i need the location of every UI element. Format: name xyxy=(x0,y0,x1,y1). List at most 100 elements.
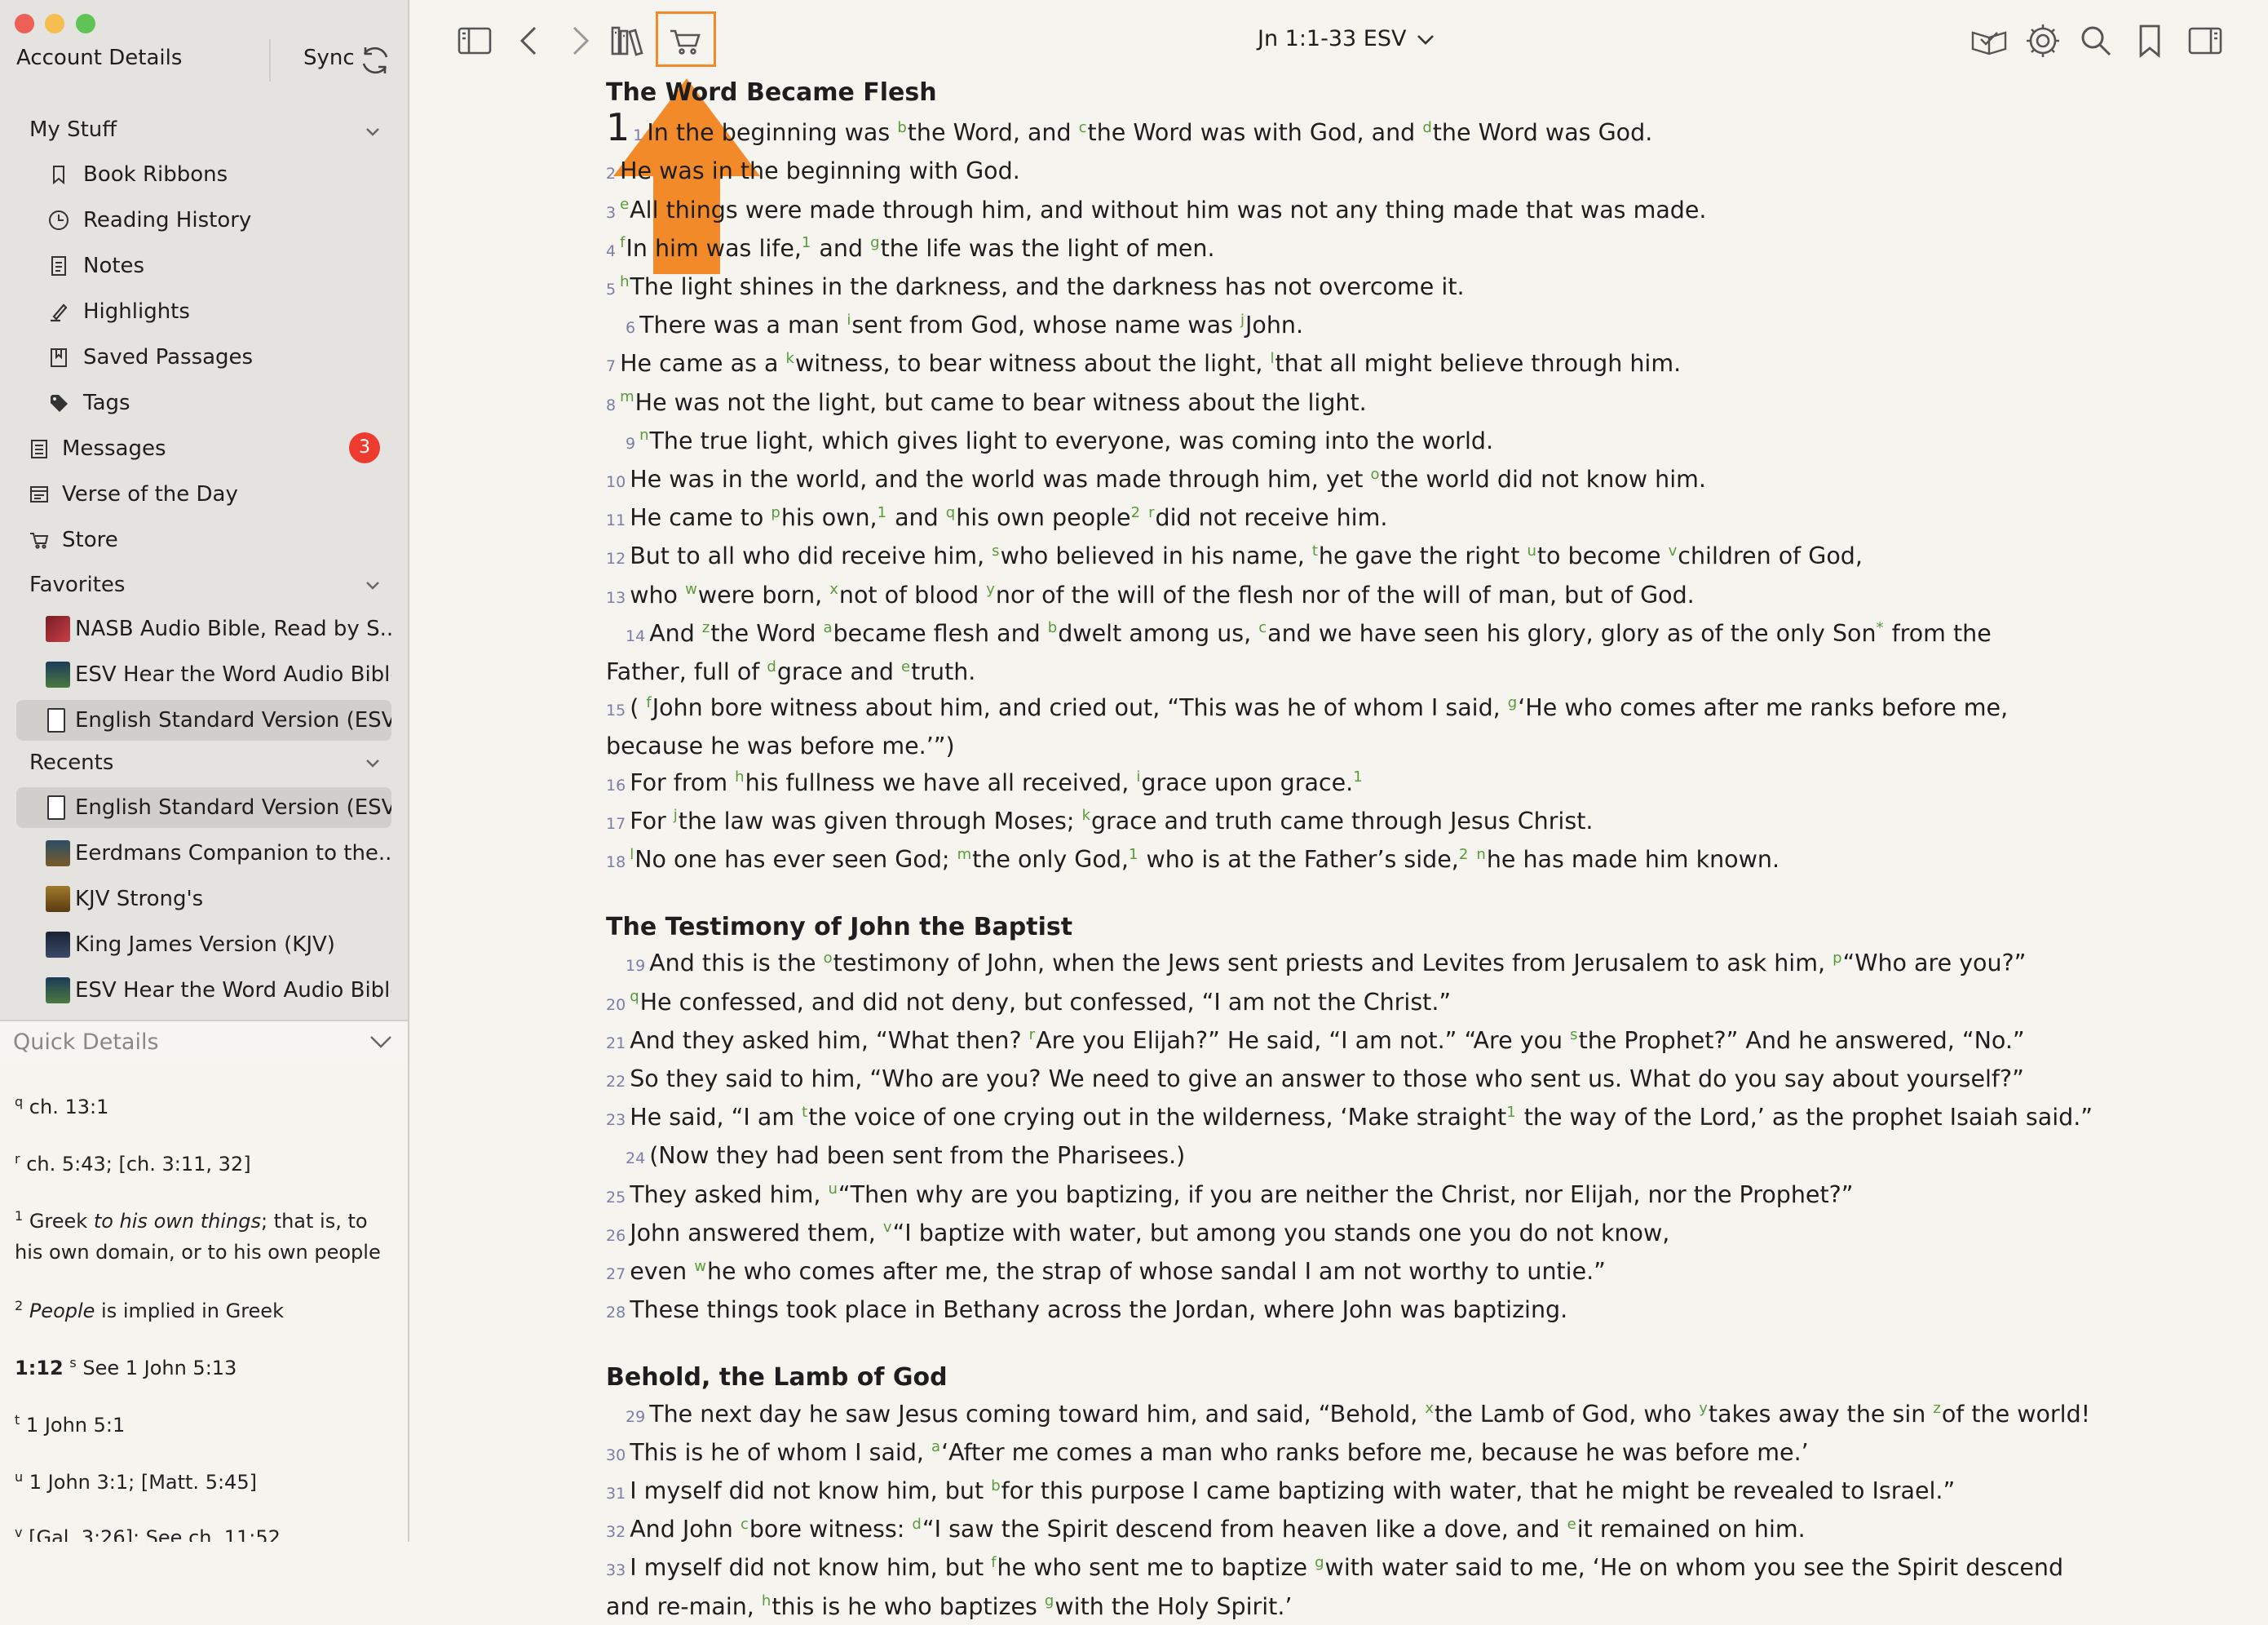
verse-line: 11 He came to phis own,1 and qhis own peo… xyxy=(606,503,1388,532)
quick-details-title: Quick Details xyxy=(13,1029,159,1055)
recent-label: Eerdmans Companion to the... xyxy=(75,841,391,866)
sidebar-item-label: Verse of the Day xyxy=(62,482,238,507)
favorite-item-esv[interactable]: English Standard Version (ESV) xyxy=(16,700,391,741)
quick-detail-note[interactable]: 1:12 s See 1 John 5:13 xyxy=(15,1348,390,1384)
recent-item-esv-hear-the-word[interactable]: ESV Hear the Word Audio Bible xyxy=(16,970,391,1011)
section-heading: The Testimony of John the Baptist xyxy=(606,913,1073,942)
verse-line: 25 They asked him, u“Then why are you bap… xyxy=(606,1180,1854,1208)
sidebar-item-label: Highlights xyxy=(83,299,190,324)
back-icon[interactable] xyxy=(511,21,550,60)
panel-icon[interactable] xyxy=(2186,21,2225,60)
verse-line: 17 For jthe law was given through Moses; … xyxy=(606,807,1594,835)
sidebar-item-label: Saved Passages xyxy=(83,345,254,370)
verse-line: 9 nThe true light, which gives light to e… xyxy=(626,427,1494,454)
verse-line: 16 For from hhis fullness we have all rec… xyxy=(606,768,1363,796)
verse-line: 18 lNo one has ever seen God; mthe only G… xyxy=(606,845,1780,874)
sidebar-item-messages[interactable]: Messages xyxy=(16,428,391,469)
chevron-down-icon[interactable] xyxy=(364,122,382,140)
quick-detail-note[interactable]: u 1 John 3:1; [Matt. 5:45] xyxy=(15,1462,390,1498)
book-icon xyxy=(47,708,65,733)
reading-plan-icon[interactable] xyxy=(1970,21,2009,60)
chevron-down-icon[interactable] xyxy=(364,576,382,594)
quick-detail-note[interactable]: v [Gal. 3:26]; See ch. 11:52 xyxy=(15,1517,390,1542)
verse-of-day-icon xyxy=(30,486,48,503)
sidebar-item-label: Book Ribbons xyxy=(83,162,228,187)
recent-item-kjv[interactable]: King James Version (KJV) xyxy=(16,924,391,965)
clock-icon xyxy=(49,210,69,230)
favorite-item-nasb-audio[interactable]: NASB Audio Bible, Read by S... xyxy=(16,609,391,649)
search-icon[interactable] xyxy=(2076,21,2115,60)
book-cover-thumbnail xyxy=(46,977,70,1003)
quick-detail-note[interactable]: 1 Greek to his own things; that is, to h… xyxy=(15,1201,390,1268)
sync-button[interactable]: Sync xyxy=(303,46,355,70)
verse-line: 5 hThe light shines in the darkness, and … xyxy=(606,272,1465,300)
verse-line: 10 He was in the world, and the world was… xyxy=(606,465,1706,494)
sidebar-item-notes[interactable]: Notes xyxy=(16,246,391,286)
zoom-window-button[interactable] xyxy=(76,14,95,33)
recent-label: KJV Strong's xyxy=(75,887,204,911)
verse-line: 24 (Now they had been sent from the Phari… xyxy=(626,1142,1186,1170)
sidebar-item-saved-passages[interactable]: Saved Passages xyxy=(16,337,391,378)
close-window-button[interactable] xyxy=(15,14,34,33)
sidebar-item-book-ribbons[interactable]: Book Ribbons xyxy=(16,154,391,195)
book-cover-thumbnail xyxy=(46,886,70,912)
verse-line: 20 qHe confessed, and did not deny, but c… xyxy=(606,988,1452,1016)
sidebar-item-verse-of-the-day[interactable]: Verse of the Day xyxy=(16,474,391,515)
reference-picker[interactable]: Jn 1:1-33 ESV xyxy=(1258,26,1406,51)
section-my-stuff[interactable]: My Stuff xyxy=(29,117,117,142)
chevron-down-icon[interactable] xyxy=(369,1033,393,1051)
sidebar-item-label: Notes xyxy=(83,254,145,278)
recent-label: King James Version (KJV) xyxy=(75,932,335,957)
favorite-label: NASB Audio Bible, Read by S... xyxy=(75,617,391,641)
quick-detail-note[interactable]: t 1 John 5:1 xyxy=(15,1405,390,1441)
tag-icon xyxy=(51,395,68,412)
quick-detail-note[interactable]: q ch. 13:1 xyxy=(15,1087,390,1122)
sidebar-item-reading-history[interactable]: Reading History xyxy=(16,200,391,241)
saved-passage-icon xyxy=(51,348,67,367)
verse-line: 26 John answered them, v“I baptize with w… xyxy=(606,1219,1670,1246)
verse-line: 23 He said, “I am tthe voice of one cryin… xyxy=(606,1103,2093,1131)
sync-icon[interactable] xyxy=(356,41,395,80)
verse-line: 1 1 In the beginning was bthe Word, and ct… xyxy=(606,105,1653,150)
favorite-item-esv-hear-the-word[interactable]: ESV Hear the Word Audio Bible xyxy=(16,654,391,695)
quick-details-header[interactable]: Quick Details xyxy=(0,1020,408,1064)
section-favorites[interactable]: Favorites xyxy=(29,573,125,597)
recent-item-esv[interactable]: English Standard Version (ESV) xyxy=(16,787,391,828)
verse-line: 12 But to all who did receive him, swho b… xyxy=(606,542,1863,570)
account-details-button[interactable]: Account Details xyxy=(16,46,182,70)
messages-badge: 3 xyxy=(349,432,380,463)
quick-details-panel: q ch. 13:1 r ch. 5:43; [ch. 3:11, 32] 1 … xyxy=(0,1062,408,1542)
section-heading: The Word Became Flesh xyxy=(606,78,937,107)
book-cover-thumbnail xyxy=(46,840,70,866)
verse-line: 27 even whe who comes after me, the strap… xyxy=(606,1257,1606,1286)
sidebar-item-highlights[interactable]: Highlights xyxy=(16,291,391,332)
cart-icon[interactable] xyxy=(666,21,705,60)
verse-line: 29 The next day he saw Jesus coming towar… xyxy=(626,1400,2091,1428)
sidebar-item-tags[interactable]: Tags xyxy=(16,383,391,423)
recent-item-kjv-strongs[interactable]: KJV Strong's xyxy=(16,879,391,919)
bookmark-icon[interactable] xyxy=(2130,21,2169,60)
bible-passage[interactable]: The Word Became Flesh 1 1 In the beginning… xyxy=(606,75,2093,1625)
book-cover-thumbnail xyxy=(46,616,70,642)
settings-icon[interactable] xyxy=(2023,21,2062,60)
verse-line: 6 There was a man isent from God, whose n… xyxy=(626,311,1304,339)
verse-line: 31 I myself did not know him, but bfor th… xyxy=(606,1477,1956,1505)
sidebar-toggle-icon[interactable] xyxy=(455,21,494,60)
sidebar-item-label: Tags xyxy=(83,391,130,415)
chevron-down-icon[interactable] xyxy=(364,754,382,772)
sidebar: Account Details Sync My Stuff Book Ribbo… xyxy=(0,0,409,1542)
forward-icon[interactable] xyxy=(559,21,599,60)
sidebar-item-store[interactable]: Store xyxy=(16,520,391,560)
messages-icon xyxy=(31,440,47,458)
recent-item-eerdmans[interactable]: Eerdmans Companion to the... xyxy=(16,833,391,874)
cart-icon xyxy=(30,533,49,549)
highlighter-icon xyxy=(51,303,68,322)
verse-line: 28 These things took place in Bethany acr… xyxy=(606,1296,1568,1324)
quick-detail-note[interactable]: r ch. 5:43; [ch. 3:11, 32] xyxy=(15,1144,390,1180)
verse-line: 33 I myself did not know him, but fhe who… xyxy=(606,1553,2064,1620)
library-icon[interactable] xyxy=(608,21,648,60)
minimize-window-button[interactable] xyxy=(45,14,64,33)
chevron-down-icon[interactable] xyxy=(1416,33,1435,47)
quick-detail-note[interactable]: 2 People is implied in Greek xyxy=(15,1291,390,1326)
section-recents[interactable]: Recents xyxy=(29,751,113,775)
